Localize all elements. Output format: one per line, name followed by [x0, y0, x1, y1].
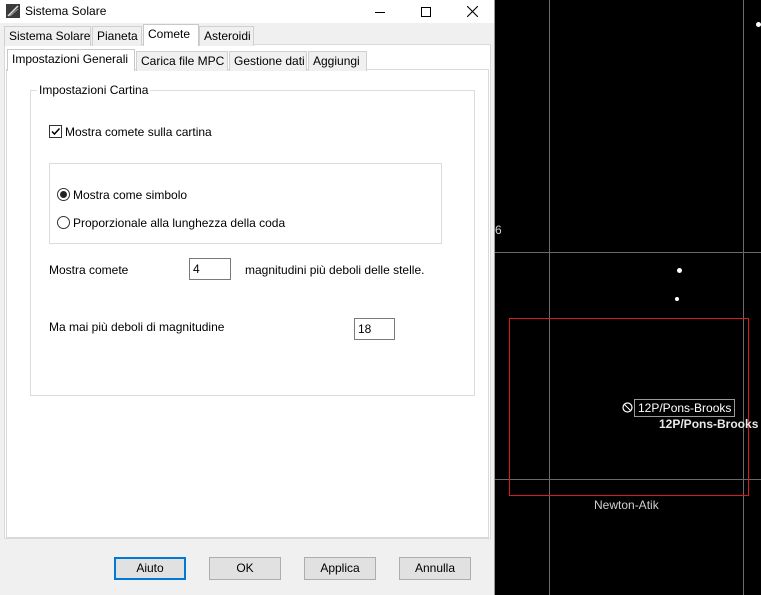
tab-impostazioni-generali[interactable]: Impostazioni Generali	[7, 49, 135, 71]
minimize-button[interactable]	[357, 0, 403, 23]
star[interactable]	[677, 268, 682, 273]
never-fainter-input[interactable]: 18	[354, 318, 395, 340]
maximize-button[interactable]	[403, 0, 449, 23]
display-mode-group	[49, 163, 442, 244]
radio-show-as-symbol-label[interactable]: Mostra come simbolo	[73, 188, 187, 202]
comet-label-boxed[interactable]: 12P/Pons-Brooks	[634, 399, 736, 417]
grid-label: 6	[495, 223, 502, 237]
tab-aggiungi[interactable]: Aggiungi	[308, 51, 367, 71]
show-comets-label[interactable]: Mostra comete sulla cartina	[65, 125, 212, 139]
comet-label: 12P/Pons-Brooks	[659, 417, 759, 431]
tab-comete[interactable]: Comete	[143, 24, 199, 46]
show-comets-checkbox[interactable]	[49, 125, 62, 138]
magnitudes-fainter-suffix: magnitudini più deboli delle stelle.	[245, 263, 425, 277]
minimize-icon	[375, 11, 385, 13]
radio-show-as-symbol[interactable]	[57, 188, 70, 201]
radio-proportional-tail-label[interactable]: Proporzionale alla lunghezza della coda	[73, 216, 285, 230]
solar-system-dialog: Sistema Solare Sistema Solare Pianeta Co…	[0, 0, 495, 595]
radio-proportional-tail[interactable]	[57, 216, 70, 229]
show-comets-prefix-label: Mostra comete	[49, 263, 129, 277]
grid-line	[495, 252, 761, 253]
grid-line	[549, 0, 550, 595]
main-tab-row: Sistema Solare Pianeta Comete Asteroidi	[4, 24, 491, 47]
tab-carica-file-mpc[interactable]: Carica file MPC	[136, 51, 228, 71]
group-title: Impostazioni Cartina	[37, 83, 151, 97]
close-button[interactable]	[449, 0, 495, 23]
title-bar[interactable]: Sistema Solare	[0, 0, 494, 23]
tab-pianeta[interactable]: Pianeta	[92, 26, 142, 46]
star[interactable]	[675, 297, 679, 301]
radio-selected-dot	[60, 191, 67, 198]
tab-asteroidi[interactable]: Asteroidi	[199, 26, 254, 46]
sub-tab-row: Impostazioni Generali Carica file MPC Ge…	[7, 49, 487, 72]
comet-icon[interactable]	[622, 402, 633, 413]
never-fainter-label: Ma mai più deboli di magnitudine	[49, 320, 225, 334]
magnitudes-fainter-input[interactable]: 4	[189, 258, 231, 280]
telescope-label: Newton-Atik	[594, 498, 659, 512]
tab-sistema-solare[interactable]: Sistema Solare	[4, 26, 91, 46]
ok-button[interactable]: OK	[209, 557, 281, 580]
app-icon	[6, 4, 20, 18]
star[interactable]	[756, 22, 761, 27]
maximize-icon	[421, 6, 431, 17]
checkmark-icon	[51, 127, 61, 136]
cancel-button[interactable]: Annulla	[399, 557, 471, 580]
tab-gestione-dati[interactable]: Gestione dati	[229, 51, 307, 71]
apply-button[interactable]: Applica	[304, 557, 376, 580]
help-button[interactable]: Aiuto	[114, 557, 186, 580]
grid-line	[743, 0, 744, 595]
close-icon	[466, 6, 478, 17]
window-title: Sistema Solare	[25, 4, 107, 18]
